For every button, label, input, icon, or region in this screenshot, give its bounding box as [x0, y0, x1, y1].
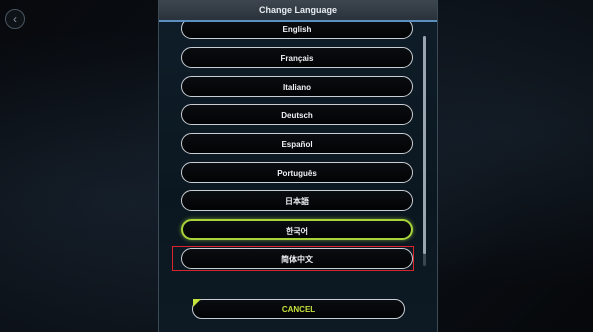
- scrollbar-track[interactable]: [423, 36, 426, 266]
- language-option-francais[interactable]: Français: [181, 47, 413, 68]
- dialog-title: Change Language: [159, 0, 437, 22]
- language-option-japanese[interactable]: 日本語: [181, 190, 413, 211]
- cancel-button[interactable]: CANCEL: [192, 299, 405, 319]
- back-button[interactable]: ‹: [5, 9, 25, 29]
- chevron-left-icon: ‹: [13, 12, 17, 26]
- language-option-italiano[interactable]: Italiano: [181, 76, 413, 97]
- language-list: English Français Italiano Deutsch Españo…: [159, 22, 437, 284]
- language-option-espanol[interactable]: Español: [181, 133, 413, 154]
- language-option-deutsch[interactable]: Deutsch: [181, 104, 413, 125]
- language-option-korean[interactable]: 한국어: [181, 219, 413, 240]
- language-option-portugues[interactable]: Português: [181, 162, 413, 183]
- focus-highlight: [172, 246, 414, 271]
- language-option-english[interactable]: English: [181, 22, 413, 39]
- change-language-dialog: Change Language English Français Italian…: [158, 0, 438, 332]
- scrollbar-thumb[interactable]: [423, 36, 426, 254]
- cancel-button-accent: [193, 299, 201, 307]
